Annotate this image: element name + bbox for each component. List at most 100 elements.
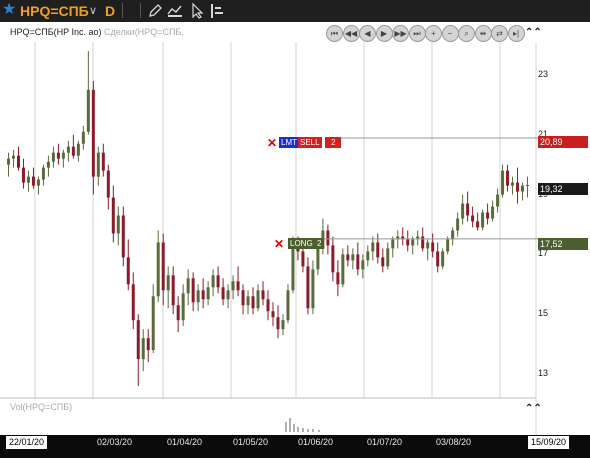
candle-body (96, 152, 100, 177)
candle-body (461, 203, 465, 219)
volume-bar (289, 418, 291, 432)
candle-body (481, 212, 485, 228)
volume-bar (318, 430, 320, 432)
candle-body (41, 167, 45, 180)
candle-body (496, 194, 500, 207)
candle-body (91, 89, 95, 177)
cancel-order-icon[interactable]: ✕ (267, 137, 277, 149)
candle-body (221, 287, 225, 300)
candle-body (136, 320, 140, 360)
time-axis[interactable] (0, 435, 590, 458)
candle-body (341, 254, 345, 285)
candle-body (516, 182, 520, 192)
candle-body (491, 206, 495, 219)
candle-body (46, 161, 50, 168)
candle-body (61, 152, 65, 159)
volume-bar (293, 424, 295, 432)
instrument-name: HPQ=СПБ(HP Inc. ао) (10, 27, 102, 37)
x-axis-tick-label: 02/03/20 (97, 437, 133, 447)
candle-body (426, 242, 430, 249)
candle-body (21, 167, 25, 183)
deals-label: Сделки(HPQ=СПБ, (104, 27, 184, 37)
candle-body (36, 179, 40, 186)
candle-body (366, 251, 370, 261)
candle-body (246, 296, 250, 306)
candle-body (186, 278, 190, 294)
candle-body (76, 143, 80, 156)
x-axis-tick-label: 01/05/20 (233, 437, 269, 447)
sell-order-price-tag: 20,89 (538, 136, 588, 148)
candle-body (351, 254, 355, 261)
candle-body (326, 230, 330, 246)
candle-body (381, 257, 385, 267)
candle-body (271, 311, 275, 318)
nav-zoom-in-button[interactable]: + (425, 25, 442, 42)
volume-bar (307, 429, 309, 432)
y-axis-tick-label: 23 (538, 68, 549, 79)
candle-body (356, 254, 360, 270)
candle-body (226, 290, 230, 300)
candle-body (371, 242, 375, 252)
candle-body (131, 284, 135, 321)
nav-first-button[interactable]: ⏮ (326, 25, 343, 42)
candle-body (31, 176, 35, 186)
candle-body (256, 290, 260, 309)
x-axis-tick-label: 01/04/20 (167, 437, 203, 447)
candle-body (176, 305, 180, 321)
candle-body (291, 245, 295, 291)
nav-last-button[interactable]: ⏭ (408, 25, 426, 42)
candle-body (346, 254, 350, 261)
candle-body (66, 146, 70, 153)
candle-body (251, 296, 255, 309)
long-position-price-tag: 17,52 (538, 238, 588, 250)
order-side-label[interactable]: SELL (298, 137, 322, 148)
volume-title: Vol(HPQ=СПБ) (10, 402, 73, 412)
volume-bar (312, 429, 314, 432)
end-date-label: 15/09/20 (528, 436, 570, 449)
nav-shrink-button[interactable]: ⇹ (474, 25, 492, 42)
candle-body (486, 212, 490, 219)
candle-body (16, 155, 20, 168)
candle-body (441, 251, 445, 267)
nav-next-page-button[interactable]: ▶▶ (392, 25, 409, 42)
candle-body (311, 269, 315, 309)
candle-body (231, 281, 235, 291)
nav-expand-button[interactable]: ⇄ (491, 25, 508, 42)
nav-prev-page-button[interactable]: ◀◀ (342, 25, 360, 42)
candle-body (306, 266, 310, 309)
candle-body (71, 146, 75, 156)
candle-body (506, 170, 510, 186)
candle-body (476, 221, 480, 228)
candle-body (421, 236, 425, 249)
close-position-icon[interactable]: ✕ (274, 238, 284, 250)
order-quantity[interactable]: 2 (325, 137, 342, 148)
candle-body (406, 239, 410, 246)
position-quantity[interactable]: 2 (314, 238, 325, 249)
candle-body (111, 197, 115, 234)
candle-body (156, 242, 160, 297)
candle-body (431, 242, 435, 252)
collapse-volume-icon[interactable]: ⌃⌃ (525, 403, 542, 414)
nav-zoom-fit-button[interactable]: ⌕ (458, 25, 475, 42)
chart-title: HPQ=СПБ(HP Inc. ао) Сделки(HPQ=СПБ, (10, 27, 184, 37)
order-type-label[interactable]: LMT (279, 137, 299, 148)
candle-body (436, 251, 440, 267)
candle-body (206, 287, 210, 300)
candle-body (526, 184, 530, 186)
candle-body (106, 170, 110, 198)
y-axis-tick-label: 13 (538, 368, 549, 379)
candle-body (336, 272, 340, 285)
candle-body (376, 242, 380, 258)
collapse-panel-icon[interactable]: ⌃⌃ (525, 27, 542, 38)
candle-body (466, 203, 470, 216)
nav-prev-button[interactable]: ◀ (359, 25, 376, 42)
nav-zoom-out-button[interactable]: − (441, 25, 459, 42)
candle-body (236, 281, 240, 291)
nav-next-button[interactable]: ▶ (375, 25, 393, 42)
y-axis-tick-label: 15 (538, 308, 549, 319)
nav-scroll-end-button[interactable]: ▸| (507, 25, 525, 42)
candle-body (211, 275, 215, 288)
position-side-label[interactable]: LONG (288, 238, 315, 249)
candle-body (316, 248, 320, 270)
x-axis-tick-label: 01/06/20 (298, 437, 334, 447)
